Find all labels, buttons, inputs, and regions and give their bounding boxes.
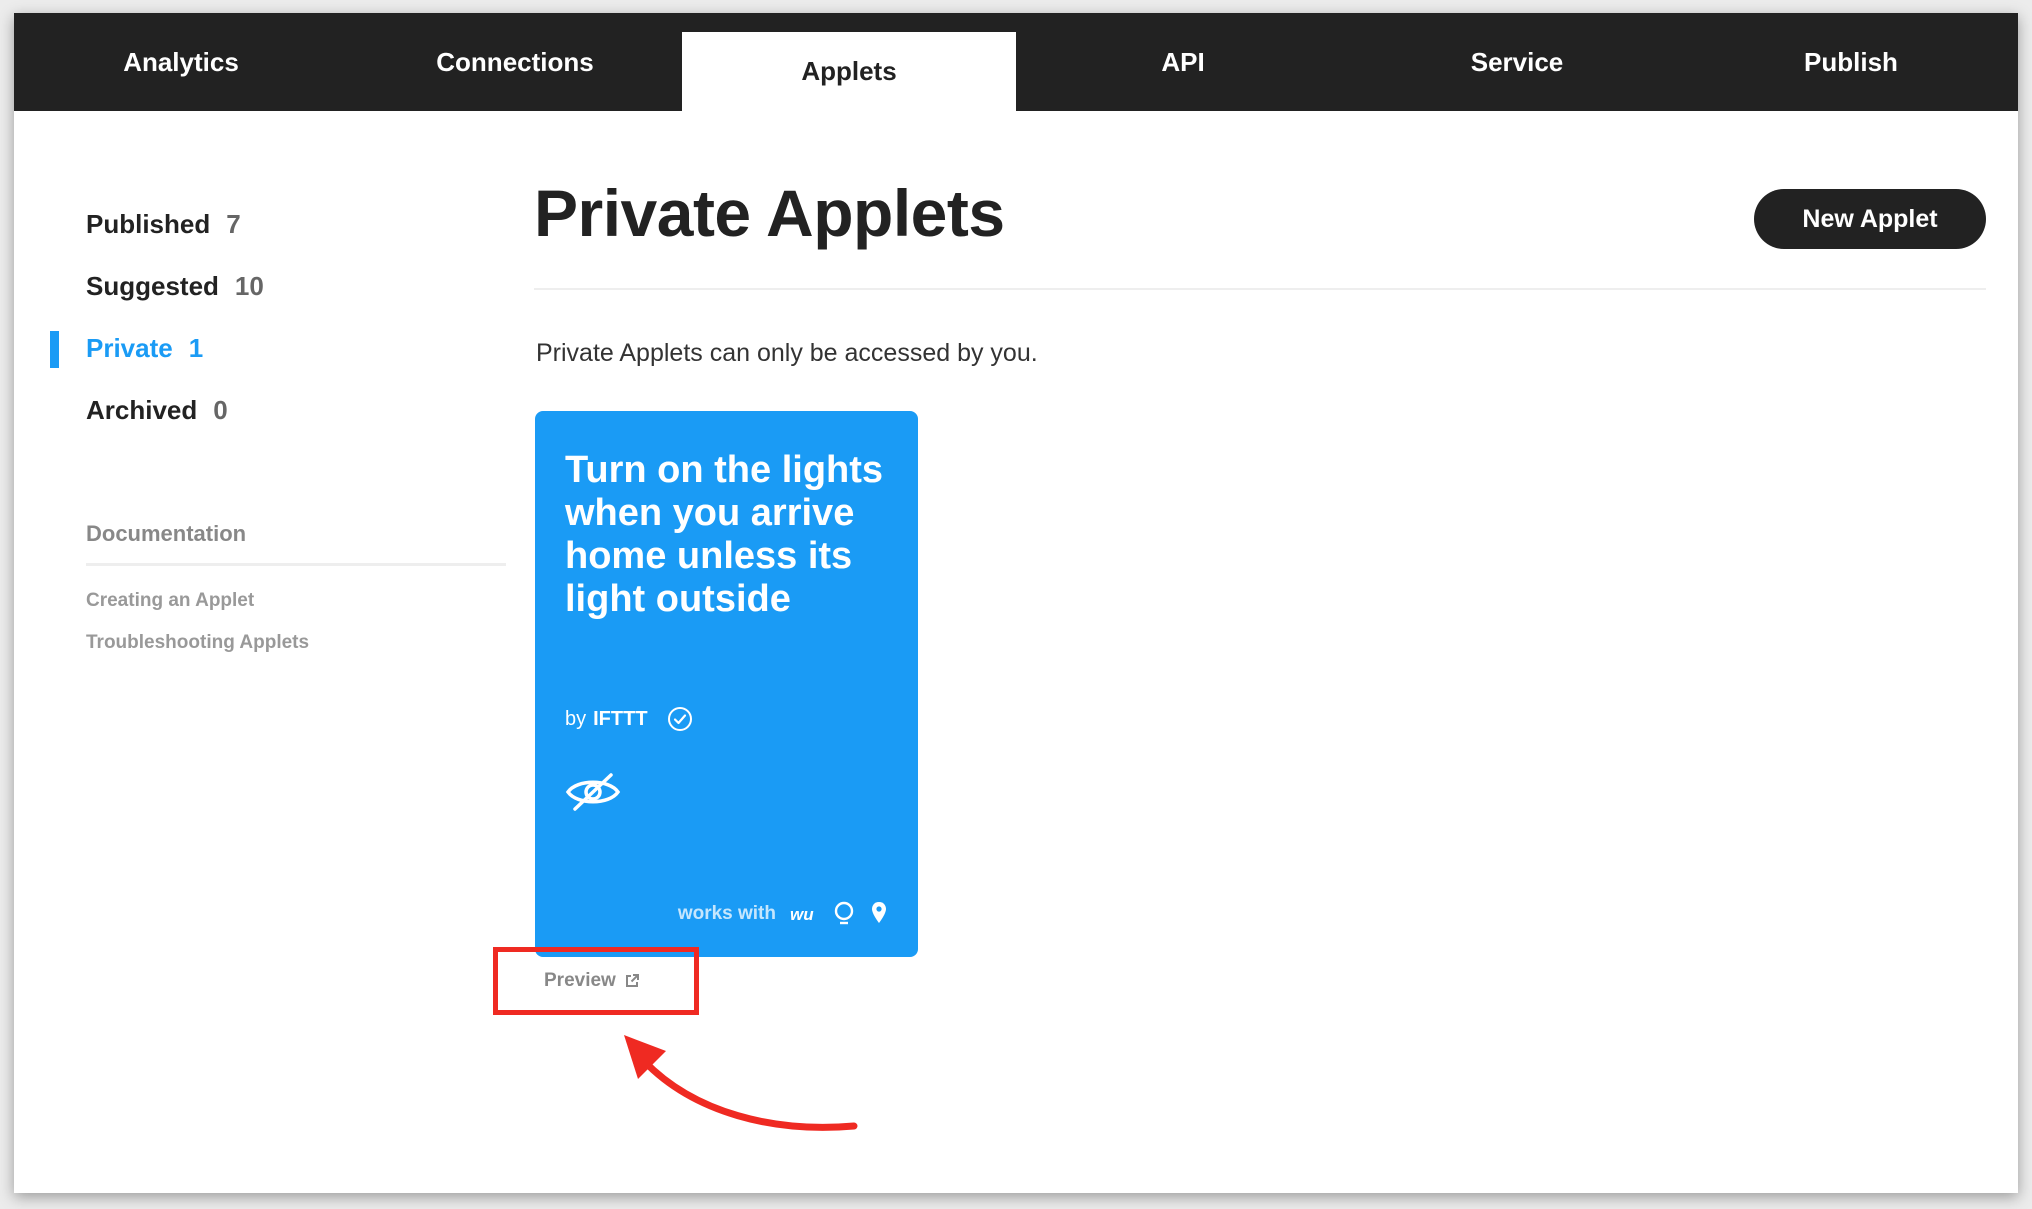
sidebar-item-published[interactable]: Published 7 (14, 193, 514, 255)
sidebar-item-label: Private (86, 332, 173, 363)
page-subtitle: Private Applets can only be accessed by … (536, 339, 1038, 367)
by-prefix: by (565, 707, 587, 730)
light-bulb-icon (832, 901, 856, 927)
doc-link-troubleshooting[interactable]: Troubleshooting Applets (86, 632, 506, 654)
sidebar-item-label: Archived (86, 394, 198, 425)
new-applet-button[interactable]: New Applet (1754, 189, 1986, 249)
sidebar-item-count: 0 (213, 394, 228, 425)
sidebar-item-suggested[interactable]: Suggested 10 (14, 255, 514, 317)
top-nav: Analytics Connections Applets API Servic… (14, 13, 2018, 111)
applet-card[interactable]: Turn on the lights when you arrive home … (535, 411, 918, 957)
sidebar-item-label: Suggested (86, 270, 219, 301)
private-eye-slash-icon (565, 773, 621, 811)
tab-analytics[interactable]: Analytics (14, 13, 348, 111)
svg-text:wu: wu (790, 905, 814, 924)
sidebar: Published 7 Suggested 10 Private 1 Archi… (14, 193, 514, 441)
app-window: Analytics Connections Applets API Servic… (14, 13, 2018, 1193)
tab-service[interactable]: Service (1350, 13, 1684, 111)
weather-underground-icon: wu (790, 904, 818, 924)
sidebar-item-count: 10 (234, 270, 264, 301)
divider (534, 288, 1986, 290)
verified-check-icon (667, 707, 692, 731)
tab-connections[interactable]: Connections (348, 13, 682, 111)
author-name: IFTTT (593, 707, 648, 730)
doc-link-creating-applet[interactable]: Creating an Applet (86, 590, 506, 612)
documentation-section: Documentation Creating an Applet Trouble… (86, 521, 506, 654)
sidebar-item-count: 1 (188, 332, 204, 363)
sidebar-item-archived[interactable]: Archived 0 (14, 379, 514, 441)
sidebar-item-count: 7 (226, 208, 241, 239)
annotation-arrow-icon (624, 1035, 858, 1131)
page-title: Private Applets (534, 176, 1005, 250)
documentation-title: Documentation (86, 521, 506, 566)
applet-author: by IFTTT (565, 705, 694, 733)
works-with: works with wu (678, 901, 888, 927)
tab-api[interactable]: API (1016, 13, 1350, 111)
tab-applets[interactable]: Applets (682, 32, 1016, 111)
sidebar-item-label: Published (86, 208, 211, 239)
applet-title: Turn on the lights when you arrive home … (565, 449, 884, 620)
works-with-label: works with (677, 903, 776, 924)
sidebar-item-private[interactable]: Private 1 (14, 317, 514, 379)
annotation-highlight-box (493, 947, 699, 1015)
location-pin-icon (870, 901, 888, 927)
tab-publish[interactable]: Publish (1684, 13, 2018, 111)
